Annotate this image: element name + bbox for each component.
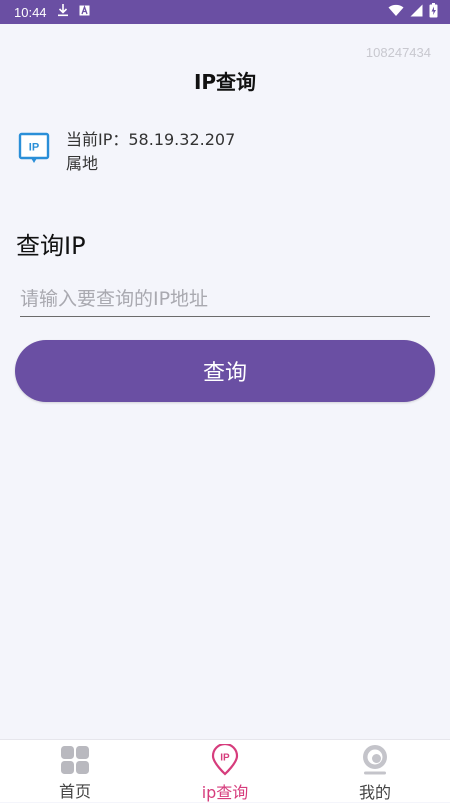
ip-pin-icon: IP — [209, 744, 241, 776]
current-ip-line: 当前IP：58.19.32.207 — [66, 126, 235, 150]
svg-text:IP: IP — [29, 142, 39, 154]
app-id-text: 108247434 — [365, 45, 431, 60]
battery-icon — [429, 2, 438, 22]
page-title: IP查询 — [193, 70, 257, 94]
current-ip-location-label: 属地 — [66, 154, 99, 173]
svg-text:IP: IP — [220, 753, 230, 764]
status-bar: 10:44 — [0, 0, 450, 24]
ip-address-input[interactable] — [20, 282, 430, 317]
current-ip-value: 58.19.32.207 — [128, 130, 236, 149]
current-ip-label: 当前IP： — [66, 130, 129, 149]
download-icon — [57, 3, 69, 21]
nav-item-home[interactable]: 首页 — [0, 740, 150, 802]
ip-monitor-icon: IP — [18, 132, 50, 166]
text-a-icon — [79, 4, 90, 20]
nav-label-home: 首页 — [58, 782, 91, 801]
nav-label-mine: 我的 — [358, 783, 391, 802]
query-section-title: 查询IP — [16, 232, 86, 260]
nav-item-mine[interactable]: 我的 — [300, 740, 450, 802]
nav-item-ip-query[interactable]: IP ip查询 — [150, 740, 300, 802]
query-button[interactable]: 查询 — [15, 340, 435, 402]
signal-icon — [410, 4, 423, 21]
bottom-nav: 首页 IP ip查询 我的 — [0, 739, 450, 802]
status-time: 10:44 — [14, 4, 47, 20]
profile-icon — [359, 744, 391, 776]
grid-icon — [59, 744, 91, 775]
wifi-icon — [388, 4, 404, 21]
nav-label-ip-query: ip查询 — [201, 783, 249, 802]
